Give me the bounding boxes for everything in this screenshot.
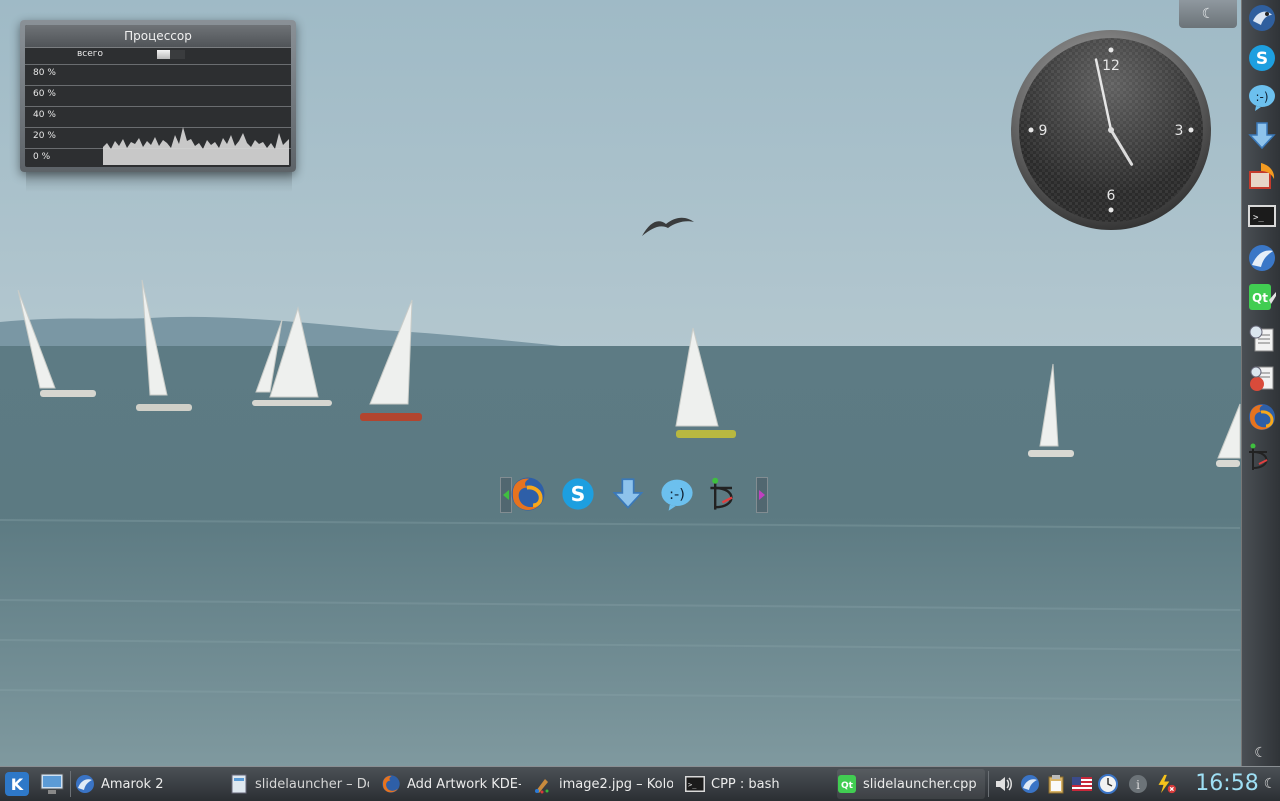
clock-numeral-6: 6 — [1107, 188, 1116, 204]
kget-icon[interactable] — [1246, 120, 1278, 152]
volume-icon[interactable] — [994, 774, 1014, 794]
kickoff-menu-button[interactable]: K — [3, 769, 31, 799]
clock-numeral-3: 3 — [1175, 123, 1184, 139]
task-kolourpaint[interactable]: image2.jpg – Kolou — [533, 769, 673, 799]
task-qt-creator[interactable]: Qt slidelauncher.cpp — [837, 769, 985, 799]
panel-toolbox-corner[interactable]: ☾ — [1262, 772, 1278, 796]
cpu-grid-line — [25, 85, 291, 86]
cpu-y-label: 40 % — [33, 110, 56, 120]
clock-numeral-9: 9 — [1039, 123, 1048, 139]
firefox-icon[interactable] — [1246, 401, 1278, 433]
launcher-skype-icon[interactable]: S — [558, 474, 598, 514]
clock-numeral-12: 12 — [1102, 58, 1120, 74]
svg-text::-): :-) — [669, 487, 685, 503]
firefox-icon — [381, 774, 401, 794]
dolphin-icon — [229, 774, 249, 794]
svg-text:>_: >_ — [688, 781, 697, 789]
taskbar: K Amarok 2 slidelauncher – Do Add Artwor… — [0, 766, 1280, 801]
us-flag-icon[interactable] — [1072, 774, 1092, 794]
taskbar-clock[interactable]: 16:58 — [1194, 769, 1260, 799]
dia-icon[interactable] — [1246, 441, 1278, 473]
cpu-grid-line — [25, 106, 291, 107]
task-dolphin[interactable]: slidelauncher – Do — [229, 769, 369, 799]
cpu-y-label: 0 % — [33, 152, 51, 162]
slide-launcher-widget: S :-) — [498, 474, 770, 514]
cpu-monitor-widget[interactable]: Процессор всего 80 % 60 % 40 % 20 % 0 % — [20, 20, 296, 172]
svg-text:S: S — [1256, 49, 1268, 69]
task-label: Amarok 2 — [101, 776, 164, 792]
svg-text:Qt: Qt — [841, 781, 854, 791]
moon-icon: ☾ — [1263, 776, 1277, 792]
kopete-icon[interactable]: :-) — [1246, 81, 1278, 113]
qt-designer-icon[interactable]: Qt — [1246, 281, 1278, 313]
cpu-total-bar — [157, 50, 185, 59]
skype-icon[interactable]: S — [1246, 42, 1278, 74]
task-firefox[interactable]: Add Artwork KDE-L — [381, 769, 521, 799]
kate-icon[interactable] — [1246, 362, 1278, 394]
konsole-icon: >_ — [685, 774, 705, 794]
desktop-icon — [40, 773, 64, 794]
desktop-toolbox-button[interactable]: ☾ — [1179, 0, 1237, 28]
analog-clock-widget[interactable]: 12 3 6 9 — [1009, 28, 1213, 232]
svg-text:Qt: Qt — [1252, 291, 1268, 305]
thunderbird-icon[interactable] — [1246, 2, 1278, 34]
task-label: Add Artwork KDE-L — [407, 776, 521, 792]
panel-toolbox-button[interactable]: ☾ — [1241, 740, 1280, 766]
cpu-monitor-body: Процессор всего 80 % 60 % 40 % 20 % 0 % — [25, 25, 291, 167]
svg-text:i: i — [1136, 778, 1140, 792]
clipboard-icon[interactable] — [1046, 774, 1066, 794]
svg-text:S: S — [571, 482, 586, 506]
launcher-kopete-icon[interactable]: :-) — [657, 474, 697, 514]
network-icon[interactable] — [1020, 774, 1040, 794]
cpu-usage-graph — [103, 127, 289, 165]
amarok-icon — [75, 774, 95, 794]
cpu-total-bar-fill — [157, 50, 170, 59]
svg-text:K: K — [11, 775, 24, 794]
moon-icon: ☾ — [1254, 745, 1267, 761]
cpu-total-label: всего — [77, 49, 104, 59]
cpu-grid-line — [25, 64, 291, 65]
launcher-firefox-icon[interactable] — [508, 474, 548, 514]
task-amarok[interactable]: Amarok 2 — [75, 769, 217, 799]
right-launcher-panel: S :-) >_ Qt — [1241, 0, 1280, 766]
filezilla-icon[interactable] — [1246, 160, 1278, 192]
cpu-widget-shadow — [26, 172, 292, 192]
cpu-monitor-title: Процессор — [25, 25, 291, 48]
konsole-icon[interactable]: >_ — [1246, 200, 1278, 232]
task-label: image2.jpg – Kolou — [559, 776, 673, 792]
task-label: slidelauncher.cpp — [863, 776, 977, 792]
moon-icon: ☾ — [1201, 6, 1215, 22]
launcher-scroll-right-button[interactable] — [756, 477, 768, 513]
clock-icon[interactable] — [1098, 774, 1118, 794]
kde-logo-icon: K — [5, 772, 29, 796]
power-icon[interactable] — [1156, 774, 1176, 794]
svg-text::-): :-) — [1255, 90, 1268, 104]
task-label: slidelauncher – Do — [255, 776, 369, 792]
cpu-y-label: 80 % — [33, 68, 56, 78]
show-desktop-button[interactable] — [38, 769, 66, 799]
svg-text:>_: >_ — [1253, 213, 1264, 223]
info-icon[interactable]: i — [1128, 774, 1148, 794]
launcher-dia-icon[interactable] — [706, 474, 746, 514]
task-label: CPP : bash — [711, 776, 780, 792]
kolourpaint-icon — [533, 774, 553, 794]
kwrite-icon[interactable] — [1246, 322, 1278, 354]
arrow-right-icon — [759, 490, 765, 500]
cpu-y-label: 60 % — [33, 89, 56, 99]
launcher-kget-icon[interactable] — [608, 474, 648, 514]
task-konsole[interactable]: >_ CPP : bash — [685, 769, 825, 799]
qt-creator-icon: Qt — [837, 774, 857, 794]
cpu-y-label: 20 % — [33, 131, 56, 141]
kdevelop-icon[interactable] — [1246, 242, 1278, 274]
